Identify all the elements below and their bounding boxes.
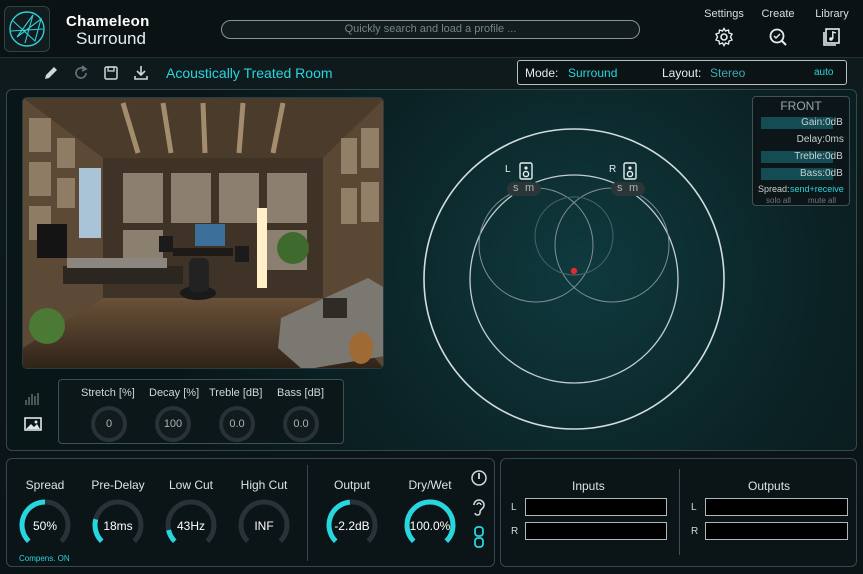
spectrum-view-icon[interactable]	[24, 390, 42, 406]
link-icon[interactable]	[472, 526, 486, 548]
decay-knob[interactable]: 100	[155, 406, 191, 442]
image-view-icon[interactable]	[24, 416, 42, 432]
controls-panel	[6, 458, 495, 567]
speaker-left-mute[interactable]: m	[525, 182, 534, 194]
library-label: Library	[815, 8, 849, 20]
speaker-icon	[623, 162, 637, 180]
profile-name[interactable]: Acoustically Treated Room	[166, 65, 333, 81]
brand-product: Surround	[76, 29, 146, 48]
speaker-right-mute[interactable]: m	[629, 182, 638, 194]
plugin-window: Chameleon Surround Quickly search and lo…	[0, 0, 863, 574]
treble-label: Treble [dB]	[209, 387, 263, 399]
spread-knob-label: Spread	[25, 478, 65, 492]
auto-toggle[interactable]: auto	[814, 67, 833, 78]
output-knob-label: Output	[333, 478, 371, 492]
bass-label: Bass [dB]	[277, 387, 325, 399]
bass-knob[interactable]: 0.0	[283, 406, 319, 442]
decay-label: Decay [%]	[149, 387, 200, 399]
refresh-icon[interactable]	[72, 64, 90, 82]
treble-label: Treble:	[794, 151, 825, 162]
mode-select[interactable]: Surround	[568, 66, 617, 80]
profile-search-input[interactable]: Quickly search and load a profile ...	[221, 20, 640, 39]
speaker-left-label: L	[505, 164, 511, 175]
speaker-right[interactable]: R s m	[609, 162, 645, 198]
layout-label: Layout:	[662, 66, 702, 80]
room-image[interactable]	[22, 97, 384, 369]
create-button[interactable]: Create	[753, 8, 803, 47]
drywet-knob-label: Dry/Wet	[408, 478, 452, 492]
speaker-left-solo[interactable]: s	[513, 182, 519, 194]
layout-select[interactable]: Stereo	[710, 66, 745, 80]
output-left-label: L	[691, 502, 697, 513]
download-icon[interactable]	[132, 64, 150, 82]
predelay-knob-label: Pre-Delay	[91, 478, 145, 492]
gear-icon	[715, 27, 733, 47]
library-button[interactable]: Library	[807, 8, 857, 47]
input-right-label: R	[511, 526, 519, 537]
input-left-meter	[525, 498, 667, 516]
speaker-right-solo[interactable]: s	[617, 182, 623, 194]
delay-value: 0ms	[825, 134, 844, 145]
listener-dot	[570, 267, 578, 275]
stretch-knob[interactable]: 0	[91, 406, 127, 442]
speaker-left[interactable]: L s m	[505, 162, 541, 198]
chameleon-logo[interactable]	[4, 6, 50, 52]
spread-mode[interactable]: send+receive	[790, 184, 844, 194]
ear-icon[interactable]	[470, 497, 488, 517]
wand-search-icon	[769, 28, 787, 46]
highcut-knob[interactable]: INF	[224, 519, 304, 533]
drywet-knob[interactable]: 100.0%	[390, 519, 470, 533]
mute-all-button[interactable]: mute all	[808, 196, 836, 205]
output-right-meter	[705, 522, 848, 540]
room-panel: Stretch [%] Decay [%] Treble [dB] Bass […	[6, 89, 857, 451]
input-right-meter	[525, 522, 667, 540]
create-label: Create	[761, 8, 795, 20]
delay-label: Delay:	[796, 134, 825, 145]
solo-all-button[interactable]: solo all	[766, 196, 791, 205]
mode-layout-box: Mode: Surround Layout: Stereo auto	[517, 60, 847, 85]
gain-label: Gain:	[801, 117, 825, 128]
save-icon[interactable]	[102, 64, 120, 82]
mode-label: Mode:	[525, 66, 559, 80]
output-knob[interactable]: -2.2dB	[312, 519, 392, 533]
stretch-label: Stretch [%]	[81, 387, 135, 399]
settings-button[interactable]: Settings	[699, 8, 749, 47]
library-icon	[823, 28, 840, 46]
input-left-label: L	[511, 502, 517, 513]
room-params-panel: Stretch [%] Decay [%] Treble [dB] Bass […	[58, 379, 344, 444]
spread-knob[interactable]: 50%	[5, 519, 85, 533]
settings-label: Settings	[704, 8, 744, 20]
brand-name: Chameleon	[66, 13, 150, 30]
speaker-right-label: R	[609, 164, 617, 175]
outputs-title: Outputs	[748, 479, 791, 493]
predelay-knob[interactable]: 18ms	[78, 519, 158, 533]
power-icon[interactable]	[470, 469, 488, 487]
output-right-label: R	[691, 526, 699, 537]
pencil-icon[interactable]	[42, 64, 60, 82]
inputs-title: Inputs	[572, 479, 605, 493]
gain-value: 0dB	[825, 117, 843, 128]
bass-label: Bass:	[799, 168, 825, 179]
front-title: FRONT	[780, 99, 822, 113]
output-left-meter	[705, 498, 848, 516]
spread-label: Spread:	[758, 184, 790, 194]
channel-front-panel: FRONT Gain: 0dB Delay: 0ms Treble: 0dB B…	[752, 96, 850, 206]
lowcut-knob-label: Low Cut	[168, 478, 214, 492]
lowcut-knob[interactable]: 43Hz	[151, 519, 231, 533]
compensation-toggle[interactable]: Compens. ON	[19, 554, 70, 563]
treble-value: 0dB	[825, 151, 843, 162]
speaker-icon	[519, 162, 533, 180]
treble-knob[interactable]: 0.0	[219, 406, 255, 442]
bass-value: 0dB	[825, 168, 843, 179]
highcut-knob-label: High Cut	[240, 478, 288, 492]
header-bar: Chameleon Surround Quickly search and lo…	[0, 0, 863, 58]
surround-field[interactable]	[421, 126, 727, 432]
